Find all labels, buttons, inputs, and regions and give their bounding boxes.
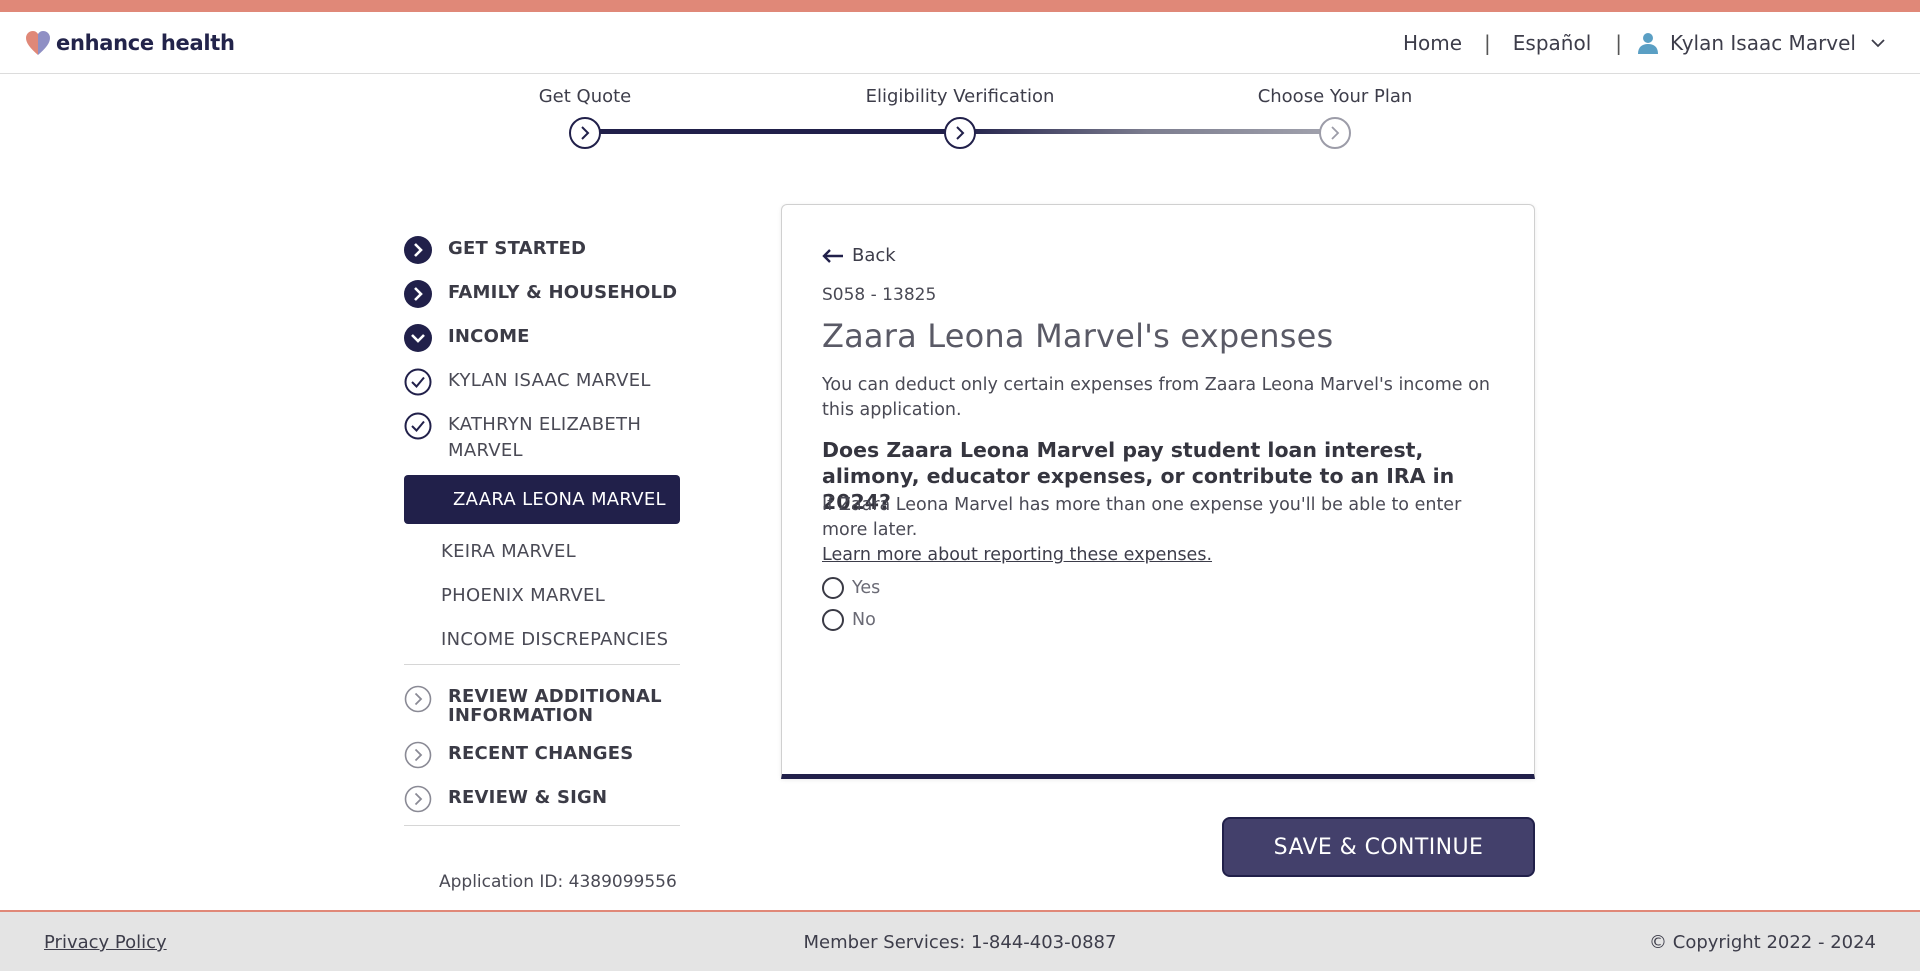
save-continue-button[interactable]: SAVE & CONTINUE — [1222, 817, 1535, 877]
nav-separator: | — [1484, 31, 1491, 55]
option-no-label: No — [852, 610, 876, 630]
radio-no[interactable] — [822, 609, 844, 631]
radio-yes[interactable] — [822, 577, 844, 599]
sidebar-item-review-sign[interactable]: REVIEW & SIGN — [404, 785, 680, 813]
application-id: Application ID: 4389099556 — [439, 872, 677, 892]
progress-line-pending — [960, 129, 1335, 134]
check-circle-icon — [404, 368, 432, 396]
sidebar-item-get-started[interactable]: GET STARTED — [404, 236, 680, 264]
chevron-circle-filled-icon — [404, 280, 432, 308]
option-yes[interactable]: Yes — [822, 577, 880, 599]
page-title: Zaara Leona Marvel's expenses — [822, 317, 1334, 355]
expenses-card: Back S058 - 13825 Zaara Leona Marvel's e… — [781, 204, 1535, 779]
sidebar-item-family-household[interactable]: FAMILY & HOUSEHOLD — [404, 280, 680, 308]
step-marker-choose-plan — [1319, 117, 1351, 149]
user-menu[interactable]: Kylan Isaac Marvel — [1636, 31, 1886, 55]
step-marker-get-quote[interactable] — [569, 117, 601, 149]
back-link[interactable]: Back — [822, 245, 896, 266]
step-label-eligibility: Eligibility Verification — [865, 86, 1055, 107]
chevron-right-icon — [1331, 126, 1340, 140]
copyright: © Copyright 2022 - 2024 — [1649, 932, 1876, 953]
step-marker-eligibility[interactable] — [944, 117, 976, 149]
chevron-circle-outline-icon — [404, 685, 432, 713]
user-icon — [1638, 33, 1659, 54]
sidebar-label: KATHRYN ELIZABETH MARVEL — [448, 414, 642, 461]
sidebar-label: REVIEW & SIGN — [448, 787, 608, 808]
sidebar-label: INCOME — [448, 326, 530, 347]
chevron-down-icon — [1871, 39, 1885, 48]
sidebar-label: GET STARTED — [448, 238, 587, 259]
arrow-left-icon — [822, 248, 843, 263]
heart-logo-icon — [26, 31, 50, 55]
sidebar-subitem-kylan[interactable]: KYLAN ISAAC MARVEL — [404, 368, 680, 396]
chevron-right-icon — [581, 126, 590, 140]
check-circle-icon — [404, 412, 432, 440]
option-no[interactable]: No — [822, 609, 876, 631]
sidebar-subitem-keira[interactable]: KEIRA MARVEL — [404, 537, 680, 567]
progress-line-complete — [585, 129, 960, 134]
learn-more-link[interactable]: Learn more about reporting these expense… — [822, 545, 1212, 565]
sidebar-subitem-kathryn[interactable]: KATHRYN ELIZABETH MARVEL — [404, 412, 680, 464]
sidebar-subitem-phoenix[interactable]: PHOENIX MARVEL — [404, 581, 680, 611]
site-header: enhance health Home | Español | Kylan Is… — [0, 12, 1920, 74]
sidebar-label: FAMILY & HOUSEHOLD — [448, 282, 678, 303]
nav-separator: | — [1615, 31, 1623, 55]
sidebar-item-review-additional[interactable]: REVIEW ADDITIONAL INFORMATION — [404, 685, 680, 725]
member-services: Member Services: 1-844-403-0887 — [803, 932, 1117, 953]
top-nav: Home | Español | Kylan Isaac Marvel — [1403, 28, 1886, 58]
step-label-get-quote: Get Quote — [538, 86, 632, 107]
sidebar-label: RECENT CHANGES — [448, 743, 634, 764]
sidebar-item-income[interactable]: INCOME — [404, 324, 680, 352]
user-name: Kylan Isaac Marvel — [1670, 31, 1856, 55]
chevron-down-circle-filled-icon — [404, 324, 432, 352]
brand-name: enhance health — [56, 31, 235, 55]
question-hint: If Zaara Leona Marvel has more than one … — [822, 495, 1462, 540]
chevron-circle-filled-icon — [404, 236, 432, 264]
home-link[interactable]: Home — [1403, 31, 1462, 55]
option-yes-label: Yes — [852, 578, 881, 598]
chevron-right-icon — [956, 126, 965, 140]
application-sidebar: GET STARTED FAMILY & HOUSEHOLD INCOME KY… — [404, 230, 680, 826]
sidebar-subitem-income-discrepancies[interactable]: INCOME DISCREPANCIES — [404, 625, 680, 655]
top-accent-bar — [0, 0, 1920, 12]
sidebar-label: REVIEW ADDITIONAL INFORMATION — [448, 686, 662, 726]
sidebar-subitem-zaara-active[interactable]: ZAARA LEONA MARVEL — [404, 475, 680, 524]
sidebar-item-recent-changes[interactable]: RECENT CHANGES — [404, 741, 680, 769]
step-label-choose-plan: Choose Your Plan — [1257, 86, 1413, 107]
chevron-circle-outline-icon — [404, 785, 432, 813]
page-description: You can deduct only certain expenses fro… — [822, 375, 1490, 420]
sidebar-divider — [404, 664, 680, 665]
case-id: S058 - 13825 — [822, 285, 937, 305]
sidebar-divider — [404, 825, 680, 826]
back-label: Back — [852, 245, 896, 266]
sidebar-label: KYLAN ISAAC MARVEL — [448, 370, 651, 391]
chevron-circle-outline-icon — [404, 741, 432, 769]
brand-logo[interactable]: enhance health — [24, 28, 235, 58]
language-link[interactable]: Español — [1513, 31, 1591, 55]
site-footer: Privacy Policy Member Services: 1-844-40… — [0, 910, 1920, 971]
